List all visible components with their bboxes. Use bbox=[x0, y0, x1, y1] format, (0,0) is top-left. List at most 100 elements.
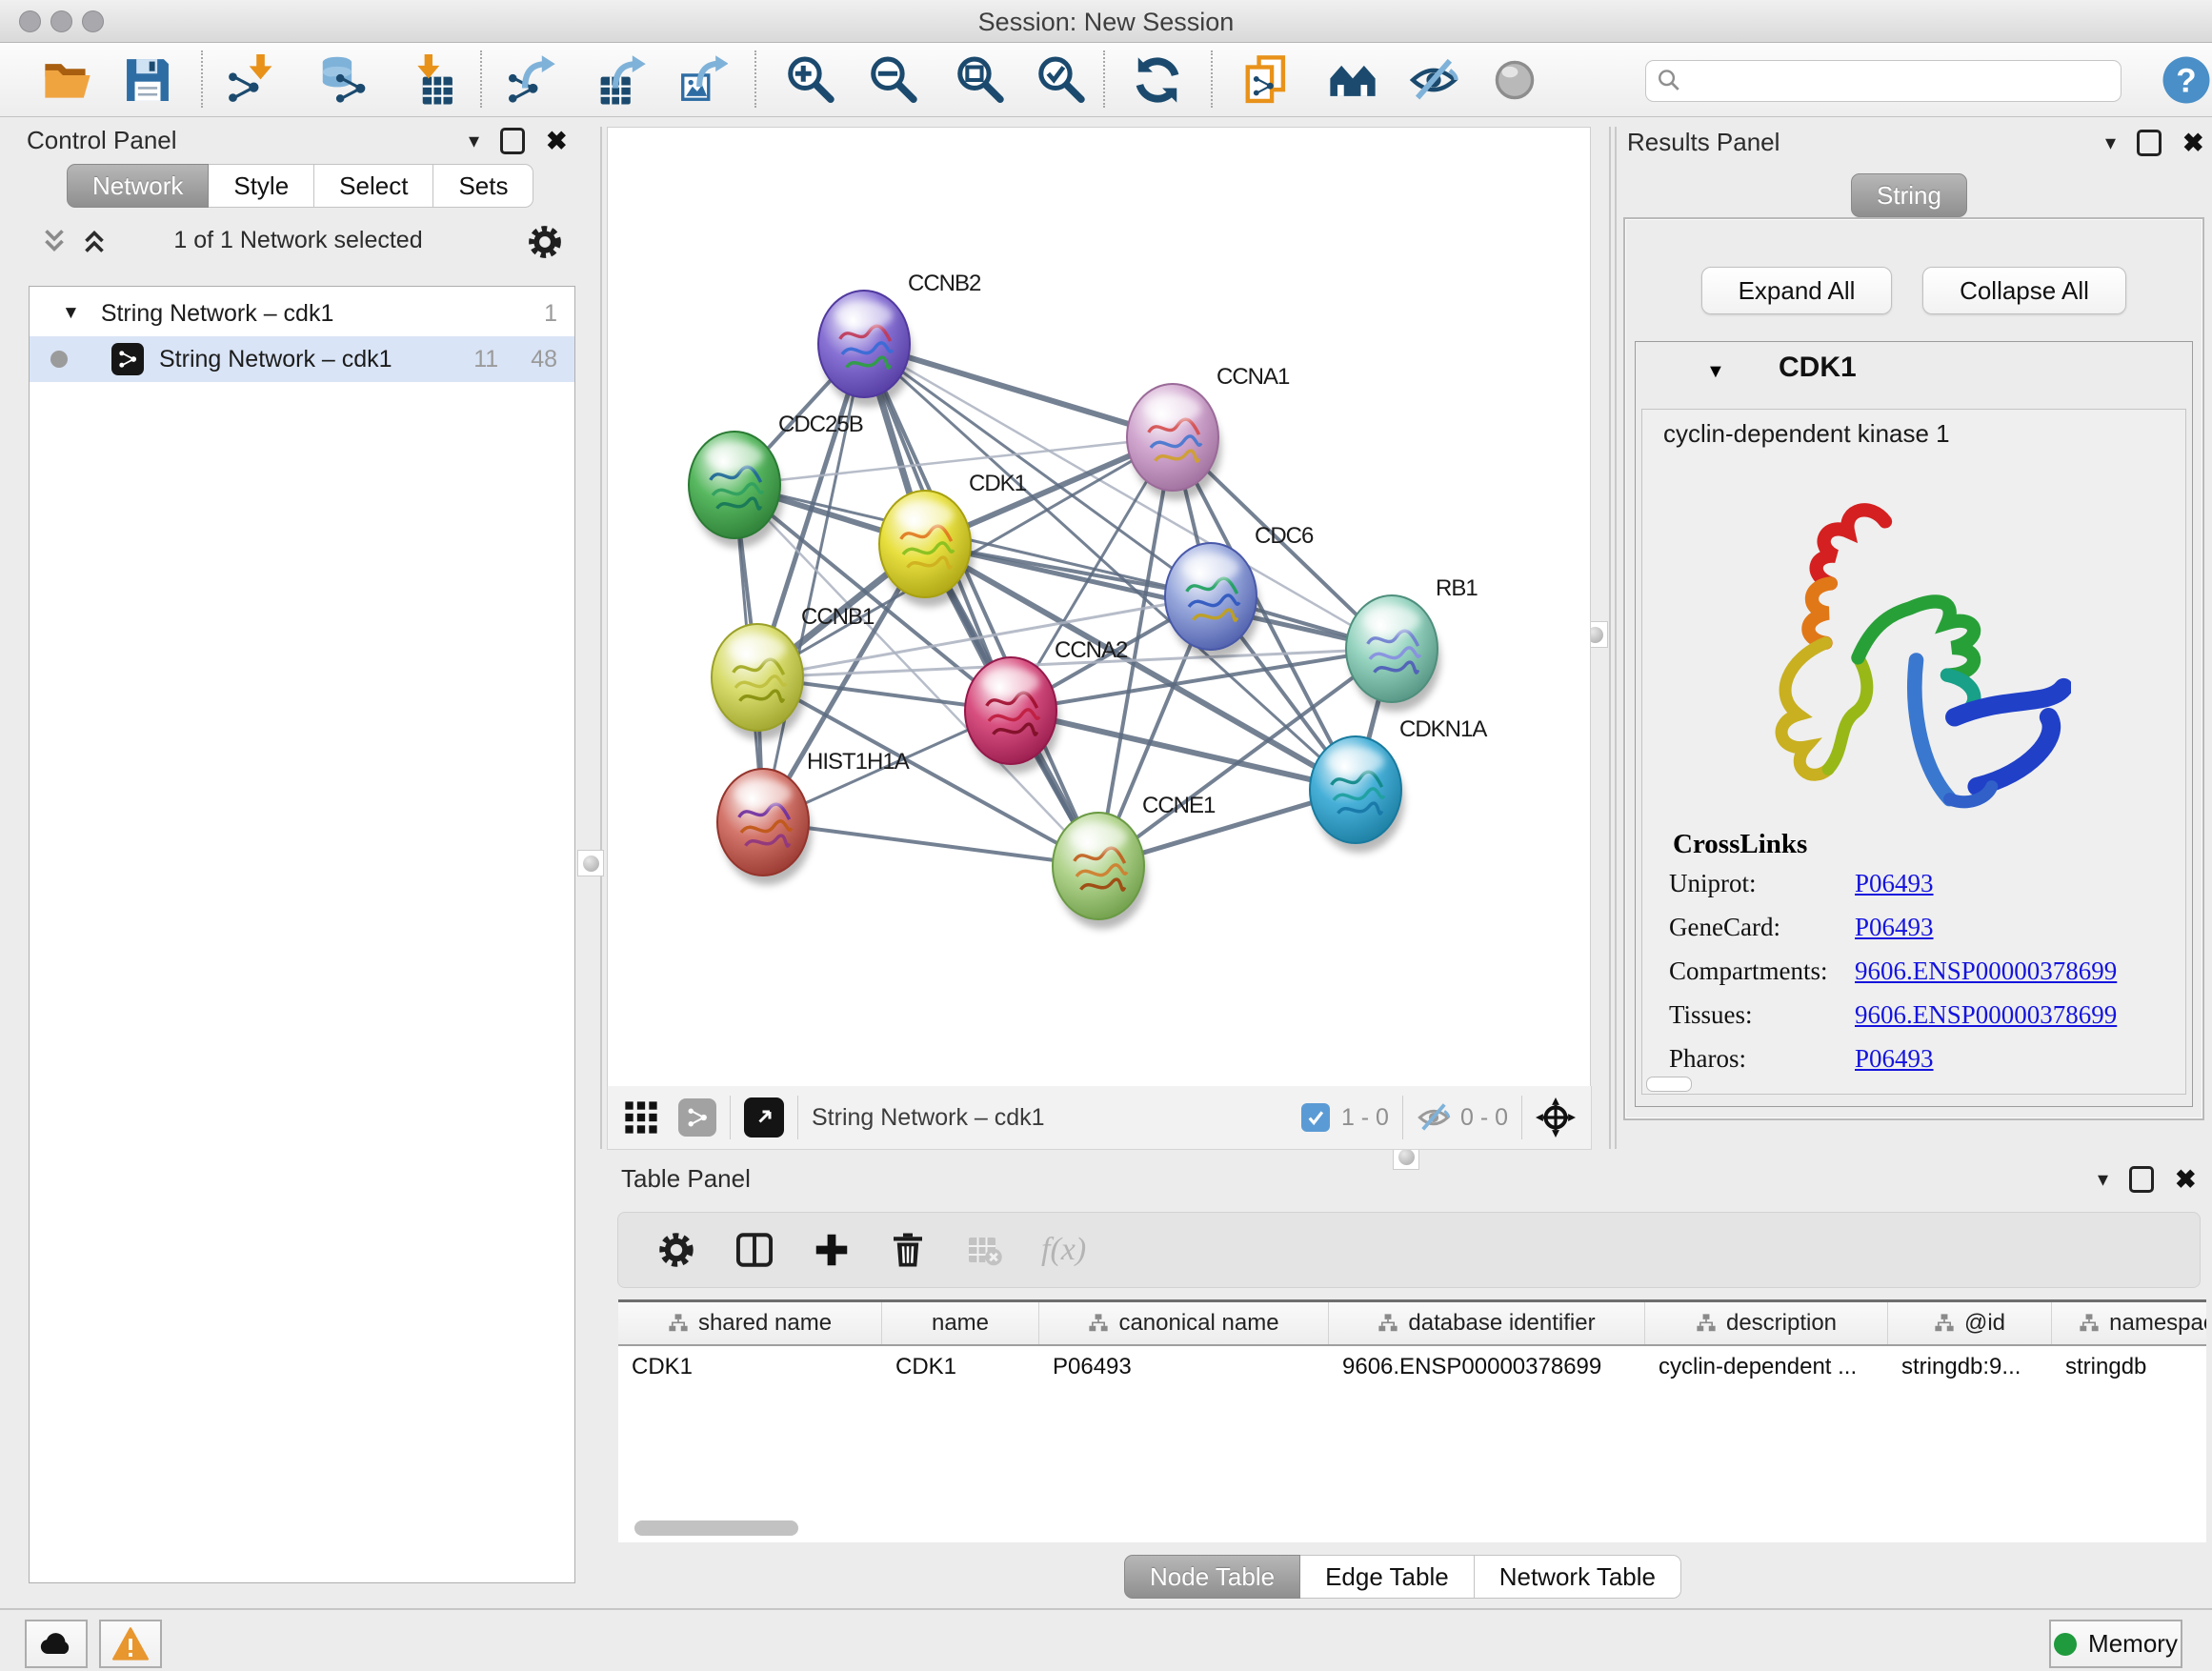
zoom-fit-icon[interactable] bbox=[952, 52, 1007, 108]
collapse-all-networks-icon[interactable] bbox=[38, 225, 70, 257]
show-all-icon[interactable] bbox=[1487, 52, 1542, 108]
network-canvas[interactable]: CCNB2CCNA1CDC25BCDK1CDC6RB1CCNB1CCNA2CDK… bbox=[607, 127, 1591, 1087]
save-session-icon[interactable] bbox=[120, 52, 175, 108]
collection-expand-icon[interactable]: ▼ bbox=[62, 303, 80, 324]
export-table-icon[interactable] bbox=[593, 52, 649, 108]
table-cell[interactable]: 9606.ENSP00000378699 bbox=[1329, 1346, 1645, 1388]
section-collapse-icon[interactable]: ▼ bbox=[1706, 361, 1725, 383]
network-options-gear-icon[interactable] bbox=[526, 223, 564, 261]
toolbar-separator bbox=[754, 50, 756, 108]
first-neighbors-icon[interactable] bbox=[1325, 52, 1380, 108]
show-columns-icon[interactable] bbox=[734, 1230, 774, 1270]
left-splitter-handle[interactable] bbox=[577, 850, 604, 876]
export-network-icon[interactable] bbox=[503, 52, 558, 108]
crosslink-link[interactable]: P06493 bbox=[1855, 1044, 1934, 1074]
refresh-icon[interactable] bbox=[1130, 52, 1185, 108]
column-header-name[interactable]: name bbox=[882, 1302, 1039, 1344]
results-panel-tabs: String bbox=[1851, 173, 1967, 217]
crosslink-link[interactable]: P06493 bbox=[1855, 869, 1934, 898]
panel-close-icon[interactable]: ✖ bbox=[2175, 1168, 2197, 1191]
network-row[interactable]: String Network – cdk1 11 48 bbox=[30, 336, 574, 382]
node-table[interactable]: shared namenamecanonical namedatabase id… bbox=[618, 1299, 2206, 1542]
svg-text:CDK1: CDK1 bbox=[969, 471, 1027, 496]
hidden-eye-icon[interactable] bbox=[1417, 1100, 1451, 1135]
tab-style[interactable]: Style bbox=[209, 164, 314, 208]
right-splitter[interactable] bbox=[1609, 127, 1611, 1149]
status-bar: Memory bbox=[0, 1608, 2212, 1671]
table-cell[interactable]: stringdb:9... bbox=[1888, 1346, 2052, 1388]
table-horizontal-scrollbar[interactable] bbox=[634, 1520, 798, 1536]
table-cell[interactable]: P06493 bbox=[1039, 1346, 1329, 1388]
birds-eye-view-icon[interactable] bbox=[623, 1099, 659, 1136]
column-header-database-identifier[interactable]: database identifier bbox=[1329, 1302, 1645, 1344]
panel-menu-icon[interactable]: ▾ bbox=[2105, 132, 2116, 153]
crosslink-link[interactable]: 9606.ENSP00000378699 bbox=[1855, 956, 2117, 986]
crosslink-link[interactable]: P06493 bbox=[1855, 913, 1934, 942]
table-cell[interactable]: stringdb bbox=[2052, 1346, 2206, 1388]
tab-string[interactable]: String bbox=[1851, 173, 1967, 217]
tab-network[interactable]: Network bbox=[67, 164, 209, 208]
panel-float-icon[interactable] bbox=[500, 128, 525, 154]
open-file-icon[interactable] bbox=[40, 52, 95, 108]
panel-menu-icon[interactable]: ▾ bbox=[2098, 1169, 2108, 1190]
table-options-gear-icon[interactable] bbox=[656, 1230, 696, 1270]
open-in-window-icon[interactable] bbox=[744, 1097, 784, 1137]
tab-select[interactable]: Select bbox=[314, 164, 433, 208]
import-network-database-icon[interactable] bbox=[314, 52, 370, 108]
svg-text:CCNE1: CCNE1 bbox=[1142, 793, 1216, 818]
memory-button[interactable]: Memory bbox=[2049, 1620, 2182, 1668]
panel-float-icon[interactable] bbox=[2137, 130, 2162, 156]
create-column-icon[interactable] bbox=[813, 1231, 851, 1269]
zoom-selected-icon[interactable] bbox=[1033, 52, 1088, 108]
tab-edge-table[interactable]: Edge Table bbox=[1300, 1555, 1475, 1599]
statusbar-separator bbox=[797, 1096, 798, 1139]
expand-all-button[interactable]: Expand All bbox=[1701, 267, 1892, 314]
panel-menu-icon[interactable]: ▾ bbox=[469, 131, 479, 151]
table-cell[interactable]: CDK1 bbox=[882, 1346, 1039, 1388]
tab-sets[interactable]: Sets bbox=[433, 164, 533, 208]
crosslinks-scrollbar[interactable] bbox=[1646, 1077, 1692, 1092]
clone-network-icon[interactable] bbox=[1239, 52, 1295, 108]
expand-all-networks-icon[interactable] bbox=[78, 225, 111, 257]
control-panel: Control Panel ▾ ✖ Network Style Select S… bbox=[8, 120, 583, 1602]
column-header-description[interactable]: description bbox=[1645, 1302, 1888, 1344]
panel-close-icon[interactable]: ✖ bbox=[2182, 131, 2204, 154]
search-field[interactable] bbox=[1645, 60, 2122, 102]
panel-close-icon[interactable]: ✖ bbox=[546, 130, 568, 152]
column-header-canonical-name[interactable]: canonical name bbox=[1039, 1302, 1329, 1344]
fit-content-crosshair-icon[interactable] bbox=[1536, 1097, 1576, 1137]
tab-node-table[interactable]: Node Table bbox=[1124, 1555, 1300, 1599]
zoom-out-icon[interactable] bbox=[865, 52, 920, 108]
crosslink-row: Tissues: 9606.ENSP00000378699 bbox=[1669, 1000, 2164, 1030]
zoom-in-icon[interactable] bbox=[782, 52, 837, 108]
table-cell[interactable]: CDK1 bbox=[618, 1346, 882, 1388]
table-row[interactable]: CDK1CDK1P064939606.ENSP00000378699cyclin… bbox=[618, 1346, 2206, 1388]
table-cell[interactable]: cyclin-dependent ... bbox=[1645, 1346, 1888, 1388]
search-input[interactable] bbox=[1645, 60, 2122, 102]
help-icon[interactable]: ? bbox=[2159, 52, 2212, 108]
hide-selected-icon[interactable] bbox=[1406, 52, 1461, 108]
cloud-status-button[interactable] bbox=[25, 1620, 88, 1668]
statusbar-separator bbox=[730, 1096, 731, 1139]
warnings-button[interactable] bbox=[99, 1620, 162, 1668]
collapse-all-button[interactable]: Collapse All bbox=[1922, 267, 2126, 314]
title-bar: Session: New Session bbox=[0, 0, 2212, 43]
panel-float-icon[interactable] bbox=[2129, 1166, 2154, 1193]
network-view-statusbar: String Network – cdk1 1 - 0 0 - 0 bbox=[607, 1086, 1592, 1150]
export-image-icon[interactable] bbox=[674, 52, 730, 108]
crosslink-link[interactable]: 9606.ENSP00000378699 bbox=[1855, 1000, 2117, 1030]
svg-text:CDC6: CDC6 bbox=[1255, 523, 1314, 549]
column-header--id[interactable]: @id bbox=[1888, 1302, 2052, 1344]
column-type-icon bbox=[1088, 1313, 1109, 1334]
delete-column-icon[interactable] bbox=[889, 1231, 927, 1269]
network-collection-row[interactable]: ▼ String Network – cdk1 1 bbox=[30, 291, 574, 336]
cdk1-section: ▼ CDK1 cyclin-dependent kinase 1 bbox=[1635, 341, 2193, 1107]
left-splitter[interactable] bbox=[600, 127, 602, 1149]
import-network-file-icon[interactable] bbox=[223, 52, 278, 108]
svg-text:HIST1H1A: HIST1H1A bbox=[807, 749, 910, 775]
column-header-shared-name[interactable]: shared name bbox=[618, 1302, 882, 1344]
import-table-file-icon[interactable] bbox=[406, 52, 461, 108]
selected-checkbox-icon[interactable] bbox=[1301, 1103, 1330, 1132]
column-header-namespac[interactable]: namespac bbox=[2052, 1302, 2206, 1344]
tab-network-table[interactable]: Network Table bbox=[1475, 1555, 1681, 1599]
